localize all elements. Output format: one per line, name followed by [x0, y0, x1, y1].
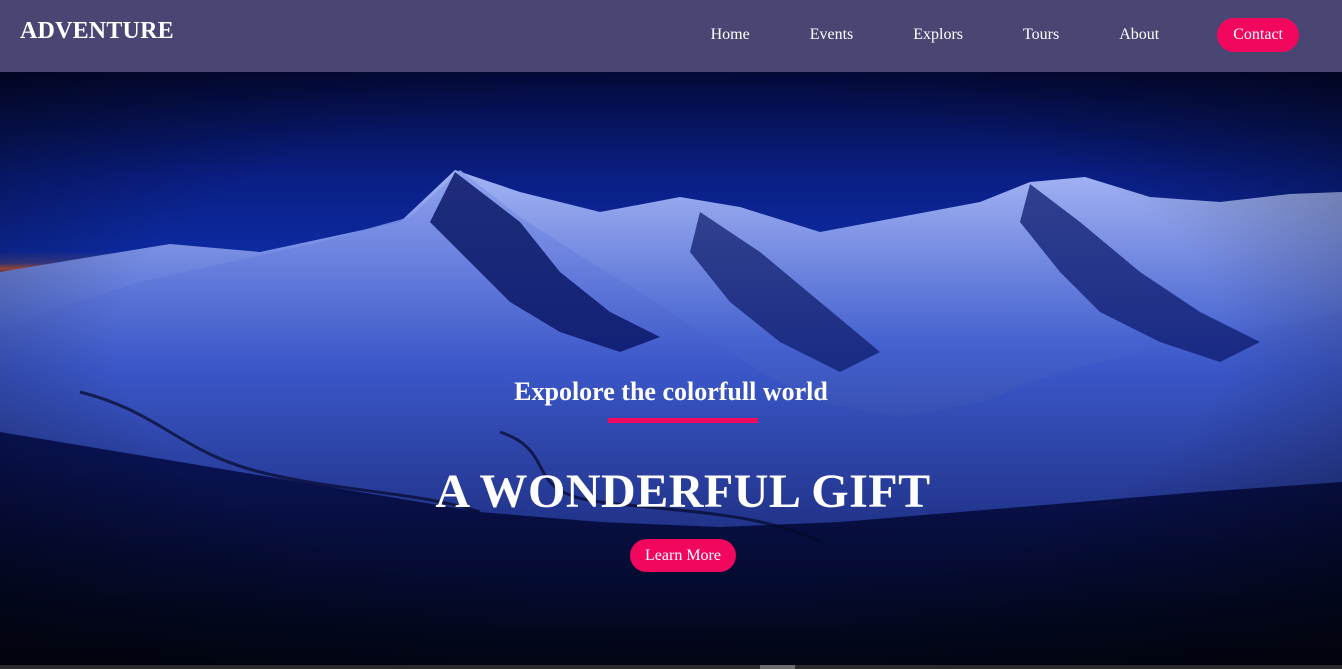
subtitle-underline — [608, 418, 758, 423]
page: ADVENTURE Home Events Explors Tours Abou… — [0, 0, 1342, 669]
nav-link-explors[interactable]: Explors — [913, 18, 963, 52]
nav-link-about[interactable]: About — [1119, 18, 1159, 52]
horizontal-scrollbar[interactable] — [0, 665, 1342, 669]
contact-button[interactable]: Contact — [1217, 18, 1299, 52]
hero-headline: A WONDERFUL GIFT — [435, 465, 931, 518]
hero-subtitle: Expolore the colorfull world — [514, 377, 828, 406]
navbar: ADVENTURE Home Events Explors Tours Abou… — [0, 0, 1342, 72]
scrollbar-thumb[interactable] — [760, 665, 795, 669]
learn-more-button[interactable]: Learn More — [630, 539, 736, 572]
brand-logo[interactable]: ADVENTURE — [20, 17, 174, 45]
nav-link-tours[interactable]: Tours — [1023, 18, 1059, 52]
hero-section: Expolore the colorfull world A WONDERFUL… — [0, 72, 1342, 669]
nav-link-home[interactable]: Home — [711, 18, 750, 52]
nav-menu: Home Events Explors Tours About Contact — [711, 18, 1299, 52]
nav-link-events[interactable]: Events — [810, 18, 854, 52]
hero-content: Expolore the colorfull world A WONDERFUL… — [0, 72, 1342, 669]
